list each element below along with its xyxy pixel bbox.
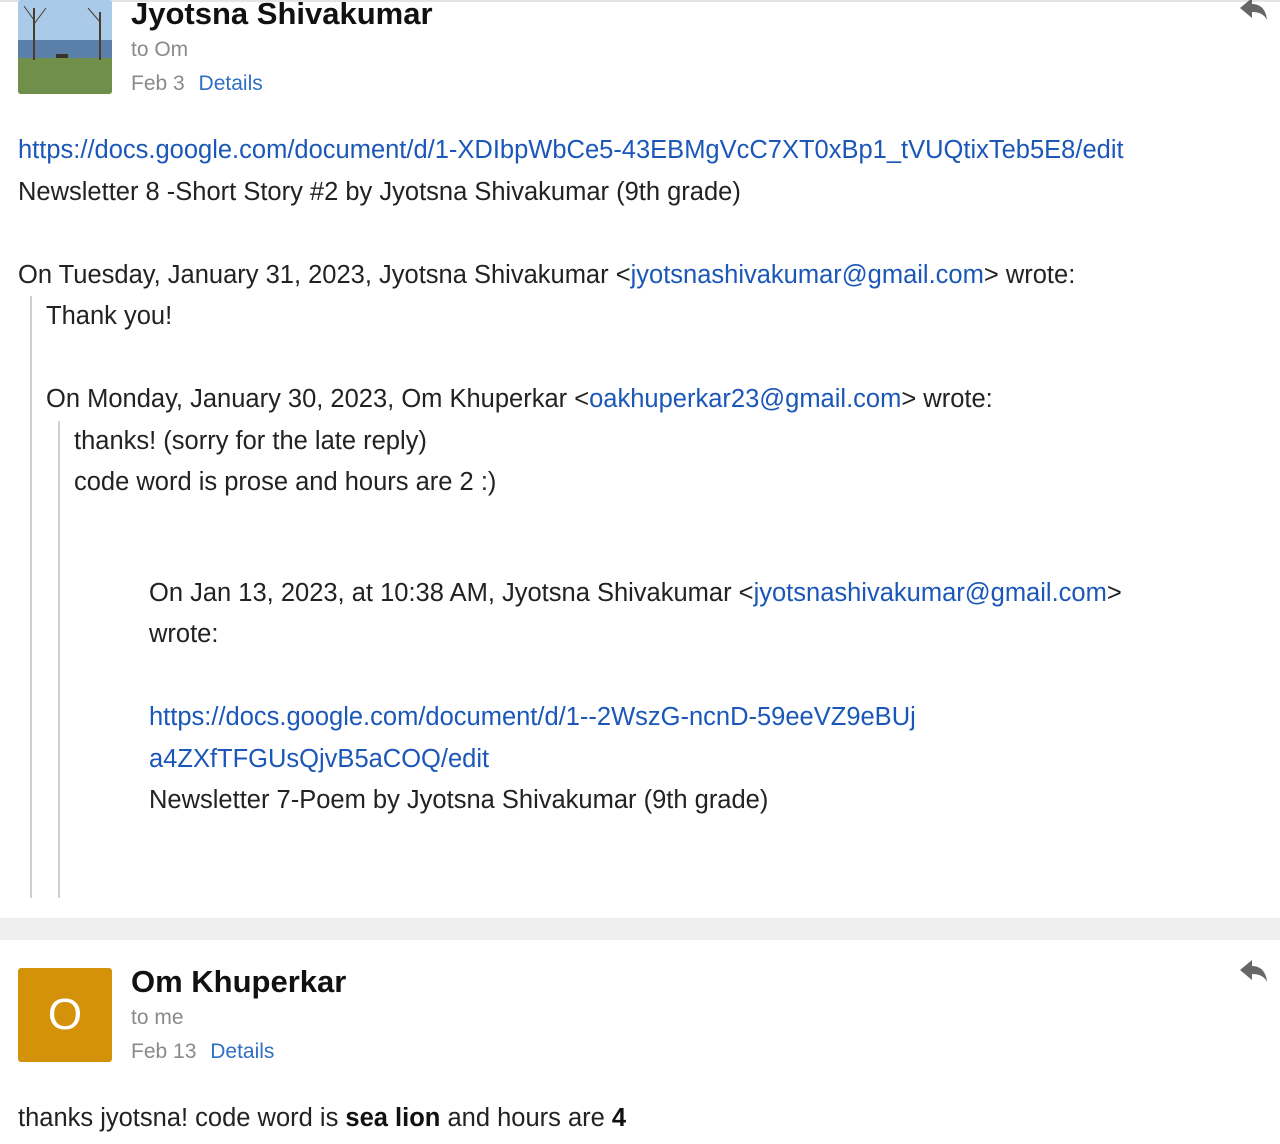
- recipient-label: to me: [131, 1006, 184, 1029]
- recipient-label: to Om: [131, 38, 189, 61]
- email-link[interactable]: jyotsnashivakumar@gmail.com: [631, 261, 984, 289]
- message-header-om[interactable]: O Om Khuperkar to me Feb 13 Details: [18, 960, 1268, 1064]
- quote-text: thanks! (sorry for the late reply): [74, 426, 427, 455]
- details-link[interactable]: Details: [210, 1040, 274, 1063]
- quote-header: On Jan 13, 2023, at 10:38 AM, Jyotsna Sh…: [149, 578, 1122, 607]
- quote-header: On Tuesday, January 31, 2023, Jyotsna Sh…: [18, 260, 1076, 289]
- message-meta: Feb 13 Details: [131, 1040, 274, 1064]
- quote-header-wrote: wrote:: [149, 620, 219, 648]
- quote-text: Newsletter 7-Poem by Jyotsna Shivakumar …: [149, 786, 769, 814]
- quoted-message: Thank you! On Monday, January 30, 2023, …: [30, 296, 1278, 898]
- avatar: O: [18, 968, 112, 1062]
- message-meta: Feb 3 Details: [131, 72, 263, 96]
- google-doc-link[interactable]: https://docs.google.com/document/d/1-XDI…: [18, 136, 1124, 164]
- quote-header: On Monday, January 30, 2023, Om Khuperka…: [46, 385, 993, 413]
- google-doc-link[interactable]: https://docs.google.com/document/d/1--2W…: [149, 703, 916, 731]
- message-date: Feb 13: [131, 1040, 197, 1063]
- details-link[interactable]: Details: [199, 72, 263, 95]
- message-body-jyotsna: https://docs.google.com/document/d/1-XDI…: [18, 130, 1278, 898]
- email-link[interactable]: oakhuperkar23@gmail.com: [589, 385, 901, 413]
- hours-value: 4: [611, 1104, 627, 1132]
- lake-landscape-photo-icon: [18, 0, 112, 94]
- innermost-quoted-message: On Jan 13, 2023, at 10:38 AM, Jyotsna Sh…: [149, 573, 1278, 898]
- quote-text: code word is prose and hours are 2 :): [74, 468, 497, 496]
- sender-name: Om Khuperkar: [131, 964, 347, 999]
- message-date: Feb 3: [131, 72, 185, 95]
- reply-icon[interactable]: [1238, 956, 1268, 986]
- body-text: thanks jyotsna! code word is sea lion an…: [18, 1104, 627, 1132]
- message-divider: [0, 918, 1280, 940]
- message-body-om: thanks jyotsna! code word is sea lion an…: [18, 1098, 1278, 1140]
- avatar: [18, 0, 112, 94]
- message-header-jyotsna[interactable]: Jyotsna Shivakumar to Om Feb 3 Details: [18, 0, 1268, 96]
- reply-icon[interactable]: [1238, 0, 1268, 24]
- sender-name: Jyotsna Shivakumar: [131, 0, 433, 31]
- quote-text: Thank you!: [46, 302, 173, 330]
- nested-quoted-message: thanks! (sorry for the late reply) code …: [58, 420, 1278, 898]
- google-doc-link-continued[interactable]: a4ZXfTFGUsQjvB5aCOQ/edit: [149, 745, 489, 773]
- code-word: sea lion: [345, 1104, 441, 1132]
- body-text: Newsletter 8 -Short Story #2 by Jyotsna …: [18, 177, 741, 206]
- email-link[interactable]: jyotsnashivakumar@gmail.com: [754, 579, 1107, 607]
